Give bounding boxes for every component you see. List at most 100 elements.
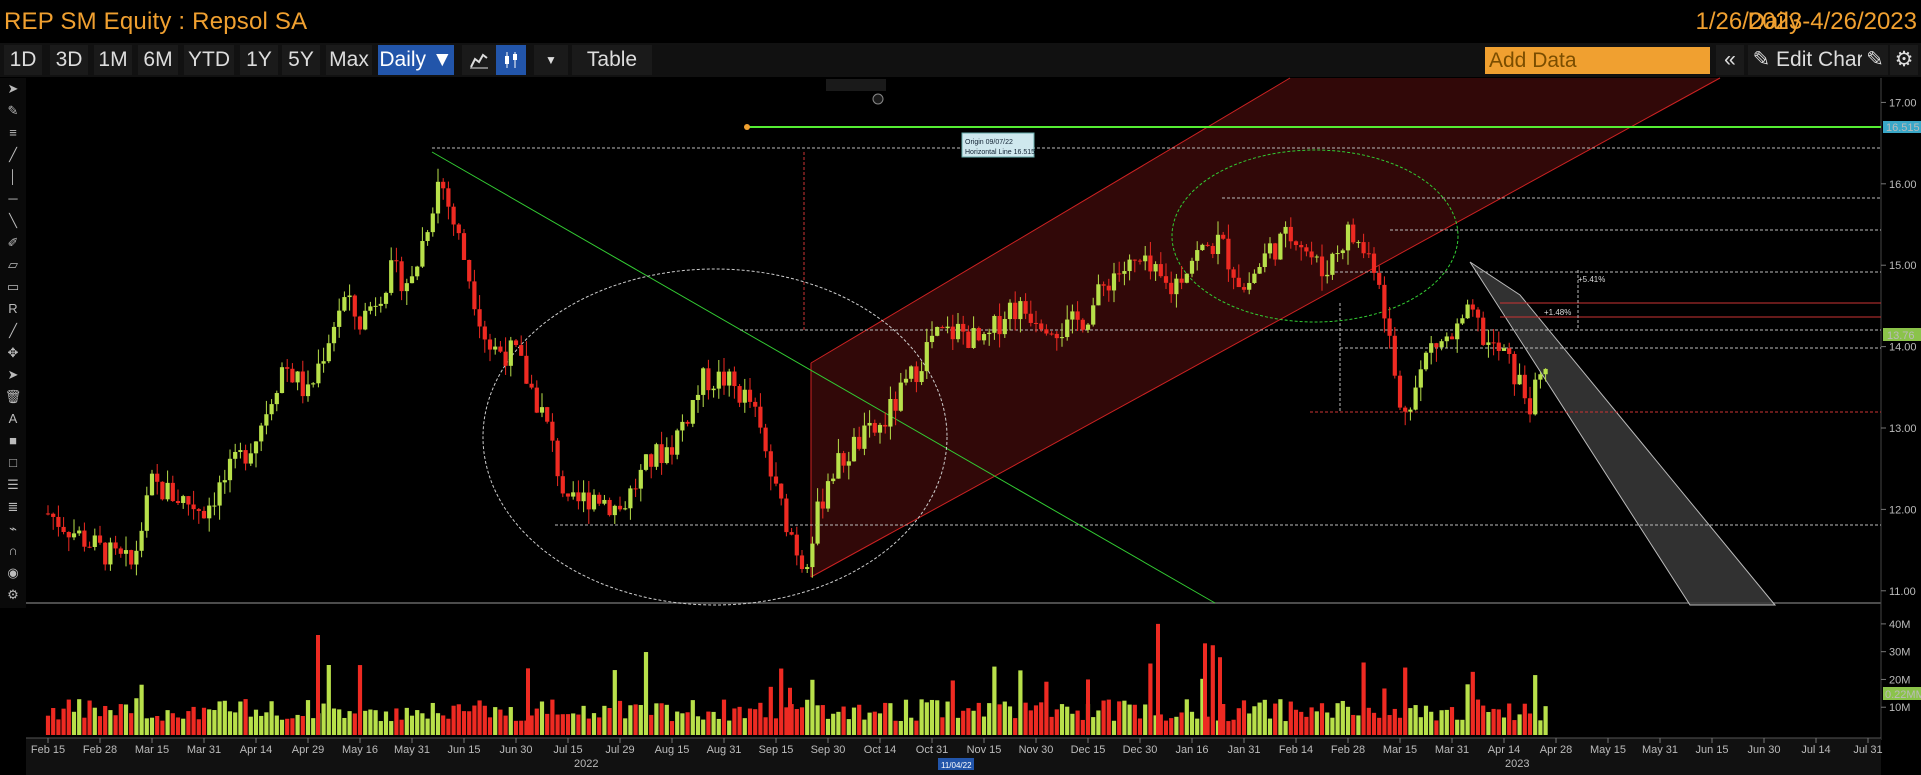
volume-bar bbox=[1117, 701, 1122, 735]
date-tick-label: Jul 31 bbox=[1853, 744, 1882, 756]
volume-bar bbox=[420, 713, 425, 735]
chart-canvas[interactable]: 17.00 16.00 15.00 14.00 13.00 12.00 11.00 40M 3… bbox=[0, 0, 1921, 775]
daily-dropdown[interactable]: Daily ▼ bbox=[378, 45, 454, 75]
candle-body bbox=[992, 315, 997, 333]
candle-body bbox=[784, 498, 789, 533]
candle-body bbox=[181, 496, 186, 503]
range-6m-button[interactable]: 6M bbox=[138, 45, 178, 75]
volume-bar bbox=[274, 715, 279, 735]
magnet-icon[interactable]: ∩ bbox=[4, 544, 22, 558]
horizontal-line-handle[interactable] bbox=[744, 124, 750, 130]
candle-body bbox=[737, 386, 742, 403]
rectangle-icon[interactable]: ▭ bbox=[4, 280, 22, 294]
candle-body bbox=[477, 309, 482, 327]
candle-body bbox=[799, 555, 805, 570]
candle-body bbox=[1091, 305, 1096, 325]
volume-bar bbox=[1496, 709, 1501, 735]
range-3d-button[interactable]: 3D bbox=[50, 45, 88, 75]
ratio-icon[interactable]: R bbox=[4, 302, 22, 316]
pencil-icon[interactable]: ✎ bbox=[4, 104, 22, 118]
fibonacci-icon[interactable]: ≡ bbox=[4, 126, 22, 140]
add-data-input[interactable]: Add Data bbox=[1485, 47, 1710, 74]
vertical-line-icon[interactable]: │ bbox=[4, 170, 22, 184]
volume-bar bbox=[992, 666, 997, 735]
square-icon[interactable]: □ bbox=[4, 456, 22, 470]
pointer-icon[interactable]: ➤ bbox=[4, 82, 22, 96]
date-tick-label: Mar 31 bbox=[187, 744, 221, 756]
volume-bar bbox=[1137, 718, 1143, 735]
candle-body bbox=[503, 351, 508, 366]
volume-bar bbox=[560, 714, 565, 735]
fill-icon[interactable]: ■ bbox=[4, 434, 22, 448]
mini-draw-toolbar[interactable] bbox=[826, 79, 886, 91]
line-tool-icon[interactable]: ╱ bbox=[4, 148, 22, 162]
collapse-icon[interactable]: « bbox=[1716, 45, 1744, 75]
edit-chart-button[interactable]: ✎ Edit Chart bbox=[1748, 45, 1874, 75]
range-1d-button[interactable]: 1D bbox=[4, 45, 42, 75]
candle-body bbox=[45, 513, 51, 515]
edit-icon[interactable]: ✎ bbox=[1862, 45, 1888, 75]
volume-bar bbox=[1127, 704, 1132, 735]
volume-bar bbox=[399, 719, 404, 735]
candle-body bbox=[1039, 323, 1044, 330]
candle-body bbox=[872, 422, 877, 433]
ray-icon[interactable]: ╲ bbox=[4, 214, 22, 228]
candle-body bbox=[1382, 284, 1387, 319]
volume-bar bbox=[701, 719, 706, 735]
candle-body bbox=[1169, 282, 1174, 295]
range-5y-button[interactable]: 5Y bbox=[282, 45, 320, 75]
candle-body bbox=[1163, 276, 1169, 283]
volume-bar bbox=[170, 713, 175, 735]
list-icon[interactable]: ≣ bbox=[4, 500, 22, 514]
candle-chart-icon[interactable] bbox=[496, 45, 526, 75]
candle-body bbox=[389, 260, 394, 293]
range-1m-button[interactable]: 1M bbox=[94, 45, 132, 75]
range-1y-button[interactable]: 1Y bbox=[240, 45, 278, 75]
horizontal-line-icon[interactable]: ─ bbox=[4, 192, 22, 206]
range-max-button[interactable]: Max bbox=[326, 45, 372, 75]
candle-body bbox=[633, 488, 638, 490]
cursor-icon[interactable]: ➤ bbox=[4, 368, 22, 382]
candle-body bbox=[1444, 336, 1449, 342]
volume-bar bbox=[222, 700, 227, 735]
candle-body bbox=[1101, 284, 1106, 286]
volume-bar bbox=[383, 711, 389, 735]
volume-bar bbox=[1143, 704, 1148, 735]
color-icon[interactable]: ◉ bbox=[4, 566, 22, 580]
gear-icon[interactable]: ⚙ bbox=[4, 588, 22, 602]
channel-icon[interactable]: ▱ bbox=[4, 258, 22, 272]
ruler-icon[interactable]: ╱ bbox=[4, 324, 22, 338]
line-chart-icon[interactable] bbox=[462, 45, 496, 75]
volume-bar bbox=[1314, 711, 1319, 735]
candle-body bbox=[1314, 256, 1319, 258]
volume-tick-label: 20M bbox=[1889, 674, 1910, 686]
date-tick-label: Jul 29 bbox=[605, 744, 634, 756]
chart-type-dropdown-icon[interactable]: ▼ bbox=[534, 45, 568, 75]
settings-gear-icon[interactable]: ⚙ bbox=[1890, 45, 1918, 75]
candle-body bbox=[664, 447, 669, 464]
candle-body bbox=[716, 371, 721, 389]
volume-bar bbox=[1241, 700, 1247, 735]
drawing-tools-bar: ➤ ✎ ≡ ╱ │ ─ ╲ ✐ ▱ ▭ R ╱ ✥ ➤ 🗑 A ■ □ ☰ ≣ … bbox=[0, 78, 26, 608]
move-icon[interactable]: ✥ bbox=[4, 346, 22, 360]
volume-bar bbox=[1002, 701, 1007, 735]
volume-bar bbox=[1262, 699, 1267, 735]
volume-bar bbox=[326, 664, 331, 735]
range-ytd-button[interactable]: YTD bbox=[184, 45, 234, 75]
trash-icon[interactable]: 🗑 bbox=[4, 390, 22, 404]
table-button[interactable]: Table bbox=[572, 45, 652, 75]
link-icon[interactable]: ⌁ bbox=[4, 522, 22, 536]
menu-icon[interactable]: ☰ bbox=[4, 478, 22, 492]
mini-settings-icon[interactable] bbox=[872, 93, 884, 105]
candle-body bbox=[149, 473, 155, 496]
date-tick-label: Apr 14 bbox=[1488, 744, 1520, 756]
volume-bar bbox=[1299, 711, 1304, 735]
brush-icon[interactable]: ✐ bbox=[4, 236, 22, 250]
text-icon[interactable]: A bbox=[4, 412, 22, 426]
volume-bar bbox=[1049, 716, 1054, 735]
date-tick-label: Feb 14 bbox=[1279, 744, 1313, 756]
candle-body bbox=[820, 501, 825, 509]
candle-body bbox=[836, 453, 841, 479]
candle-body bbox=[139, 530, 144, 551]
date-range[interactable]: 1/26/2023-4/26/2023 bbox=[1695, 8, 1917, 36]
